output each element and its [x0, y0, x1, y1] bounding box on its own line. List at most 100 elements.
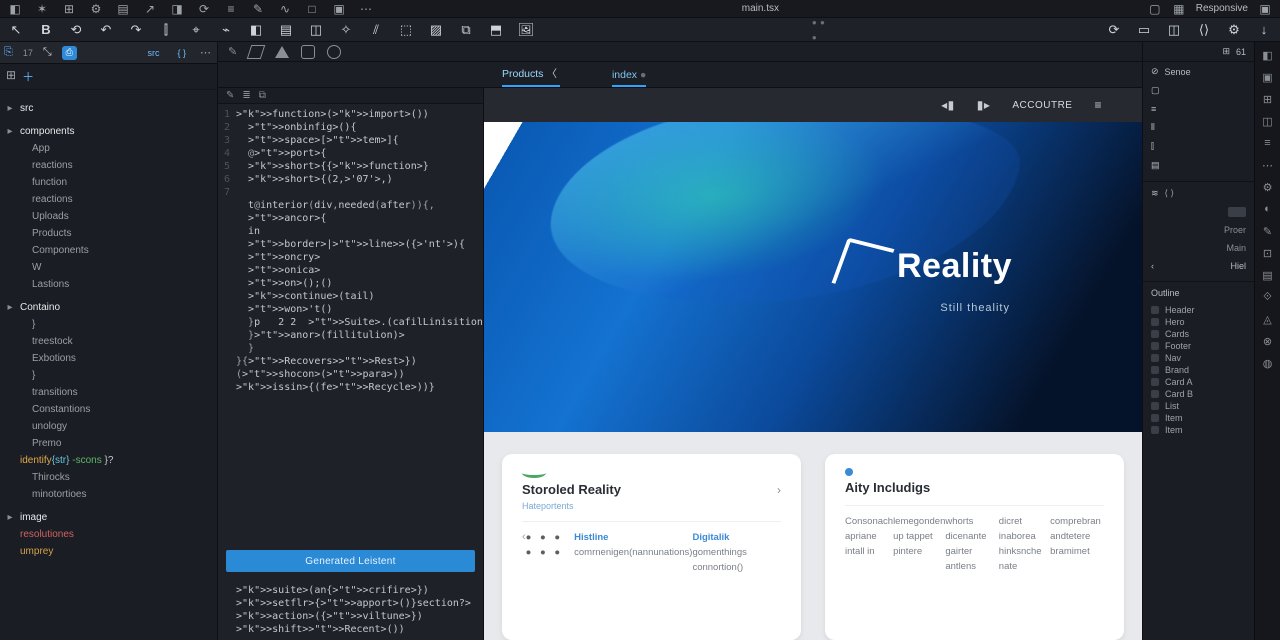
close-icon[interactable]: ▣	[1258, 2, 1272, 16]
parallelogram-icon[interactable]	[247, 45, 266, 59]
rail-icon[interactable]: ⚙	[1261, 180, 1275, 194]
tree-item[interactable]: Products	[2, 225, 215, 242]
image-icon[interactable]: 🖼	[518, 22, 534, 38]
responsive-label[interactable]: Responsive	[1196, 3, 1248, 14]
tree-item[interactable]: App	[2, 140, 215, 157]
collapse-icon[interactable]: ⤡	[43, 46, 52, 59]
nav-link[interactable]: ACCOUTRE	[1012, 100, 1072, 111]
tree-item[interactable]: }	[2, 316, 215, 333]
menu-icon[interactable]: ↗	[143, 2, 157, 16]
outline-item[interactable]: Item	[1143, 424, 1254, 436]
tree-item[interactable]: treestock	[2, 333, 215, 350]
outline-item[interactable]: Nav	[1143, 352, 1254, 364]
tool-icon[interactable]: ▤	[278, 22, 294, 38]
menu-icon[interactable]: □	[305, 2, 319, 16]
outline-item[interactable]: List	[1143, 400, 1254, 412]
chevron-right-icon[interactable]: ›	[777, 483, 781, 497]
layout-icon[interactable]: ▦	[1172, 2, 1186, 16]
rect-icon[interactable]	[301, 45, 315, 59]
rail-icon[interactable]: ▤	[1261, 268, 1275, 282]
rail-icon[interactable]: ⋯	[1261, 158, 1275, 172]
outline-item[interactable]: Cards	[1143, 328, 1254, 340]
menu-icon[interactable]: ▣	[332, 2, 346, 16]
tree-item[interactable]: ▸src	[2, 100, 215, 117]
menu-icon[interactable]: ∿	[278, 2, 292, 16]
rail-icon[interactable]: ◐	[1261, 202, 1275, 216]
link-icon[interactable]: ⊘	[1151, 66, 1159, 77]
arrow-icon[interactable]: ↖	[8, 22, 24, 38]
rail-icon[interactable]: ⊡	[1261, 246, 1275, 260]
tree-item[interactable]: Uploads	[2, 208, 215, 225]
tree-item[interactable]: Exbotions	[2, 350, 215, 367]
align-icon[interactable]: ▤	[1151, 160, 1160, 171]
file-icon[interactable]: ⎘	[4, 46, 13, 59]
outline-item[interactable]: Brand	[1143, 364, 1254, 376]
menu-icon[interactable]: ✶	[35, 2, 49, 16]
menu-icon[interactable]: ≡	[1094, 98, 1102, 112]
tree-item[interactable]: Premo	[2, 435, 215, 452]
tree-item[interactable]: umprey	[2, 543, 215, 560]
chevron-left-icon[interactable]: ‹	[1151, 261, 1154, 271]
outline-item[interactable]: Footer	[1143, 340, 1254, 352]
chip-braces[interactable]: { }	[173, 46, 190, 60]
copy-icon[interactable]: ⧉	[259, 90, 266, 101]
chip-src[interactable]: ⎙	[62, 46, 77, 60]
split-icon[interactable]: ⫿	[158, 22, 174, 38]
back-icon[interactable]: ◂▮	[941, 98, 955, 112]
chip-src[interactable]: src	[143, 46, 163, 60]
tree-item[interactable]: reactions	[2, 191, 215, 208]
tool-icon[interactable]: ◧	[248, 22, 264, 38]
tree-item[interactable]: Lastions	[2, 276, 215, 293]
rail-icon[interactable]: ⊗	[1261, 334, 1275, 348]
tree-item[interactable]: unology	[2, 418, 215, 435]
outline-item[interactable]: Card B	[1143, 388, 1254, 400]
menu-icon[interactable]: ◨	[170, 2, 184, 16]
layout-icon[interactable]: ▢	[1148, 2, 1162, 16]
swatch[interactable]	[1228, 207, 1246, 217]
refresh-icon[interactable]: ⟳	[1106, 22, 1122, 38]
tree-item[interactable]: reactions	[2, 157, 215, 174]
menu-icon[interactable]: ⋯	[359, 2, 373, 16]
rail-icon[interactable]: ⊞	[1261, 92, 1275, 106]
tree-item[interactable]: }	[2, 367, 215, 384]
device-icon[interactable]: ▭	[1136, 22, 1152, 38]
tool-icon[interactable]: ⌖	[188, 22, 204, 38]
forward-icon[interactable]: ▮▸	[977, 98, 991, 112]
menu-icon[interactable]: ⊞	[62, 2, 76, 16]
tree-item[interactable]: ▸Containo	[2, 299, 215, 316]
more-icon[interactable]: ⋯	[200, 46, 211, 59]
rail-icon[interactable]: ◧	[1261, 48, 1275, 62]
align-icon[interactable]: ⫴	[1151, 122, 1155, 133]
list-icon[interactable]: ≣	[242, 90, 250, 101]
rail-icon[interactable]: ◫	[1261, 114, 1275, 128]
tree-icon[interactable]: ⊞	[6, 68, 16, 85]
menu-icon[interactable]: ⟳	[197, 2, 211, 16]
circle-icon[interactable]	[327, 45, 341, 59]
rail-icon[interactable]: ✎	[1261, 224, 1275, 238]
tool-icon[interactable]: ▨	[428, 22, 444, 38]
tree-item[interactable]: minotortioes	[2, 486, 215, 503]
tree-item[interactable]: identify{str} -scons }?	[2, 452, 215, 469]
tool-icon[interactable]: ⫽	[368, 22, 384, 38]
align-icon[interactable]: ≡	[1151, 104, 1156, 114]
box-icon[interactable]: ▢	[1151, 85, 1160, 96]
tree-item[interactable]: ▸components	[2, 123, 215, 140]
rail-icon[interactable]: ◍	[1261, 356, 1275, 370]
bold-icon[interactable]: B	[38, 22, 54, 38]
add-icon[interactable]: ＋	[22, 68, 34, 85]
outline-item[interactable]: Hero	[1143, 316, 1254, 328]
tree-item[interactable]: transitions	[2, 384, 215, 401]
run-button[interactable]: Generated Leistent	[226, 550, 475, 572]
triangle-icon[interactable]	[275, 46, 289, 58]
pencil-icon[interactable]: ✎	[228, 45, 237, 58]
align-icon[interactable]: ⫿	[1151, 141, 1154, 152]
tool-icon[interactable]: ⌁	[218, 22, 234, 38]
undo-icon[interactable]: ↶	[98, 22, 114, 38]
outline-item[interactable]: Header	[1143, 304, 1254, 316]
rail-icon[interactable]: ⟐	[1261, 290, 1275, 304]
tool-icon[interactable]: ⬒	[488, 22, 504, 38]
rail-icon[interactable]: ≡	[1261, 136, 1275, 150]
redo-icon[interactable]: ↷	[128, 22, 144, 38]
cycle-icon[interactable]: ⟲	[68, 22, 84, 38]
tree-item[interactable]: function	[2, 174, 215, 191]
